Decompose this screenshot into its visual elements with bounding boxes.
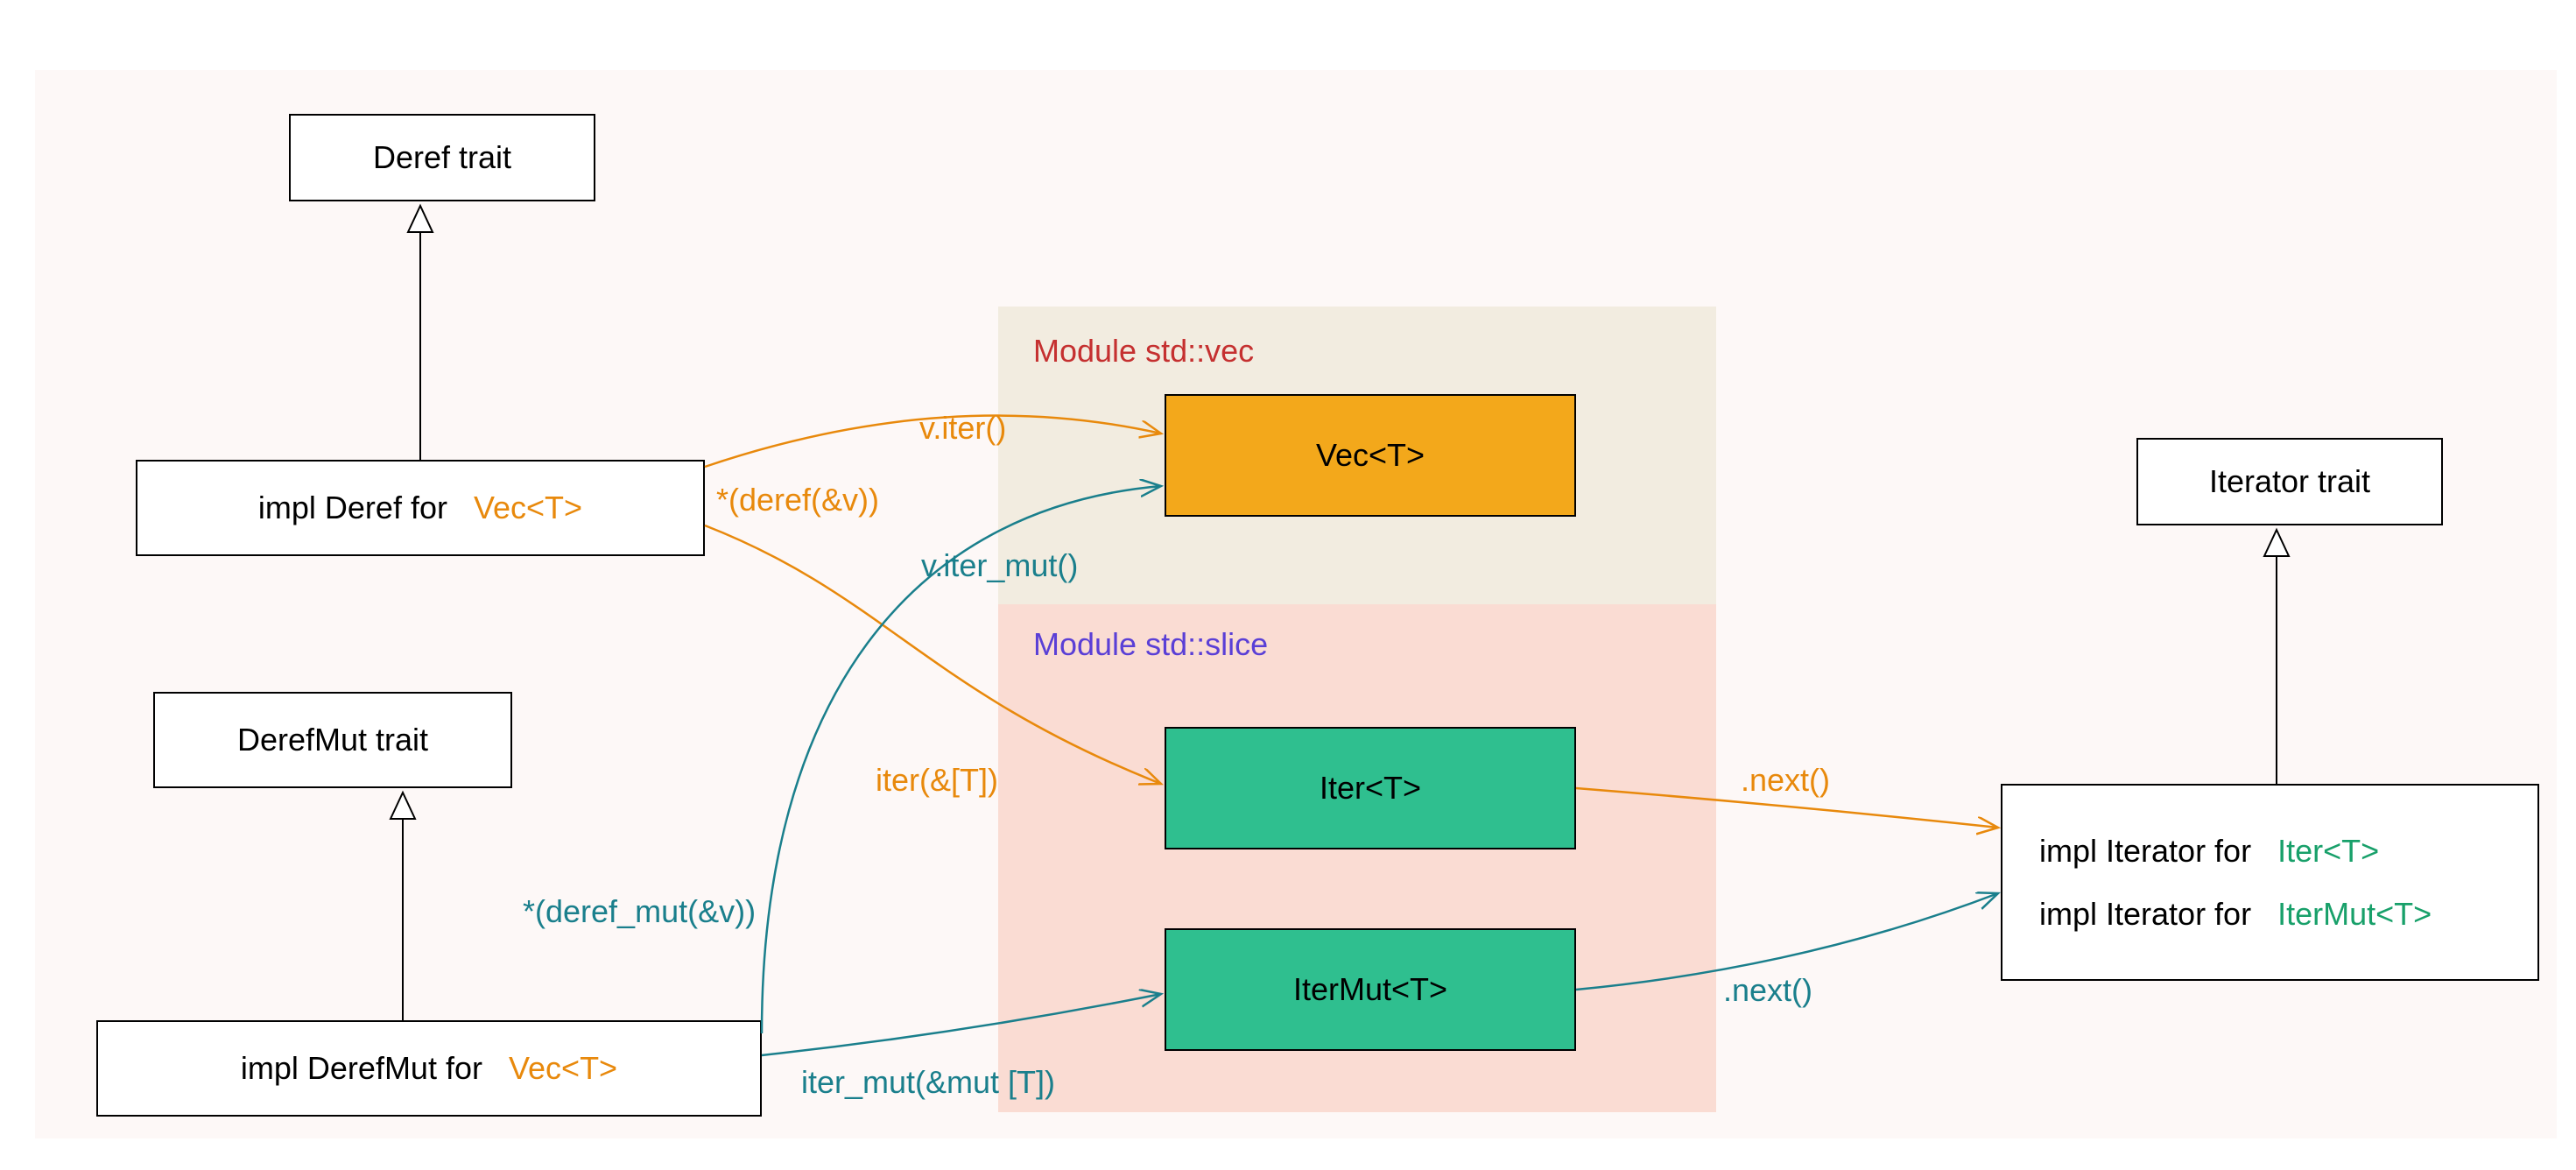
impl-iterator-iter-type: Iter<T> — [2277, 833, 2379, 869]
impl-derefmut-box: impl DerefMut for Vec<T> — [96, 1020, 762, 1117]
impl-iterator-box: impl Iterator for Iter<T> impl Iterator … — [2001, 784, 2539, 981]
impl-iterator-iter-row: impl Iterator for Iter<T> — [2039, 833, 2379, 870]
diagram-canvas: Module std::vec Module std::slice Deref … — [0, 0, 2576, 1170]
deref-trait-label: Deref trait — [373, 139, 511, 176]
impl-iterator-iter-prefix: impl Iterator for — [2039, 833, 2251, 869]
itermut-t-box: IterMut<T> — [1165, 928, 1576, 1051]
v-iter-mut-label: v.iter_mut() — [921, 547, 1078, 584]
impl-iterator-itermut-type: IterMut<T> — [2277, 896, 2432, 932]
iter-slice-label: iter(&[T]) — [876, 762, 998, 799]
impl-deref-type: Vec<T> — [474, 490, 582, 525]
iterator-trait-label: Iterator trait — [2209, 463, 2370, 500]
next-itermut-label: .next() — [1723, 972, 1812, 1009]
impl-derefmut-type: Vec<T> — [509, 1050, 617, 1086]
deref-trait-box: Deref trait — [289, 114, 595, 201]
impl-derefmut-text: impl DerefMut for Vec<T> — [241, 1050, 617, 1087]
impl-iterator-itermut-prefix: impl Iterator for — [2039, 896, 2251, 932]
impl-iterator-itermut-row: impl Iterator for IterMut<T> — [2039, 896, 2432, 933]
v-iter-label: v.iter() — [919, 410, 1006, 447]
module-slice-title: Module std::slice — [1033, 626, 1268, 663]
impl-derefmut-prefix: impl DerefMut for — [241, 1050, 482, 1086]
impl-deref-text: impl Deref for Vec<T> — [258, 490, 582, 526]
deref-call-label: *(deref(&v)) — [716, 482, 879, 518]
impl-deref-prefix: impl Deref for — [258, 490, 447, 525]
itermut-t-label: IterMut<T> — [1293, 971, 1447, 1008]
itermut-slice-label: iter_mut(&mut [T]) — [801, 1064, 1055, 1101]
impl-deref-box: impl Deref for Vec<T> — [136, 460, 705, 556]
vec-t-box: Vec<T> — [1165, 394, 1576, 517]
derefmut-trait-label: DerefMut trait — [237, 722, 428, 758]
module-vec-title: Module std::vec — [1033, 333, 1254, 370]
iter-t-box: Iter<T> — [1165, 727, 1576, 849]
iterator-trait-box: Iterator trait — [2136, 438, 2443, 525]
derefmut-call-label: *(deref_mut(&v)) — [523, 893, 756, 930]
next-iter-label: .next() — [1741, 762, 1830, 799]
derefmut-trait-box: DerefMut trait — [153, 692, 512, 788]
iter-t-label: Iter<T> — [1320, 770, 1421, 807]
vec-t-label: Vec<T> — [1316, 437, 1425, 474]
